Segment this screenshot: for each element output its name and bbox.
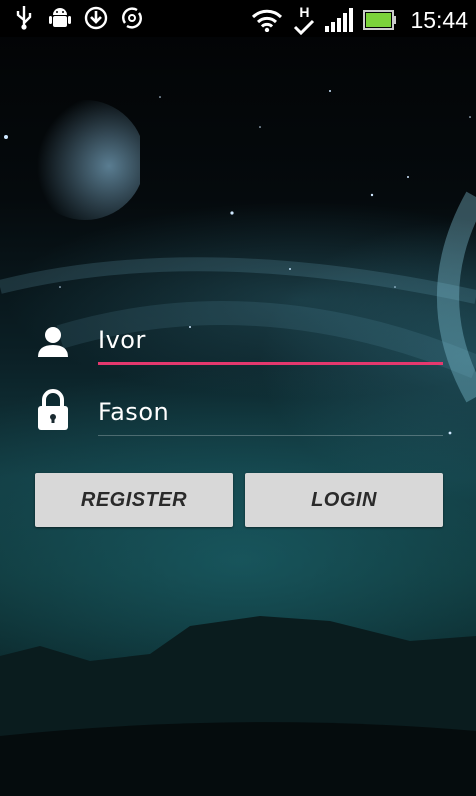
password-underline (98, 435, 443, 436)
register-button[interactable]: REGISTER (35, 473, 233, 527)
status-bar: H 15:44 (0, 0, 476, 37)
login-button[interactable]: LOGIN (245, 473, 443, 527)
username-underline (98, 362, 443, 365)
wifi-icon (250, 7, 284, 33)
usb-icon (12, 5, 36, 31)
android-debug-icon (48, 5, 72, 31)
sync-icon (120, 5, 144, 31)
password-input[interactable] (98, 390, 443, 434)
network-h-icon: H (292, 4, 316, 36)
password-field (35, 389, 443, 440)
username-input[interactable] (98, 318, 443, 362)
crescent-moon-image (25, 100, 140, 225)
lock-icon (35, 389, 71, 430)
user-icon (35, 322, 71, 362)
username-field (35, 318, 443, 368)
status-time: 15:44 (410, 6, 468, 33)
network-type-label: H (299, 4, 310, 20)
download-icon (84, 5, 108, 31)
signal-icon (324, 7, 354, 33)
login-screen: H 15:44 Ivor Fason REGISTER LOGIN (0, 0, 476, 796)
mountain-silhouette (0, 616, 476, 796)
battery-icon (362, 7, 398, 33)
